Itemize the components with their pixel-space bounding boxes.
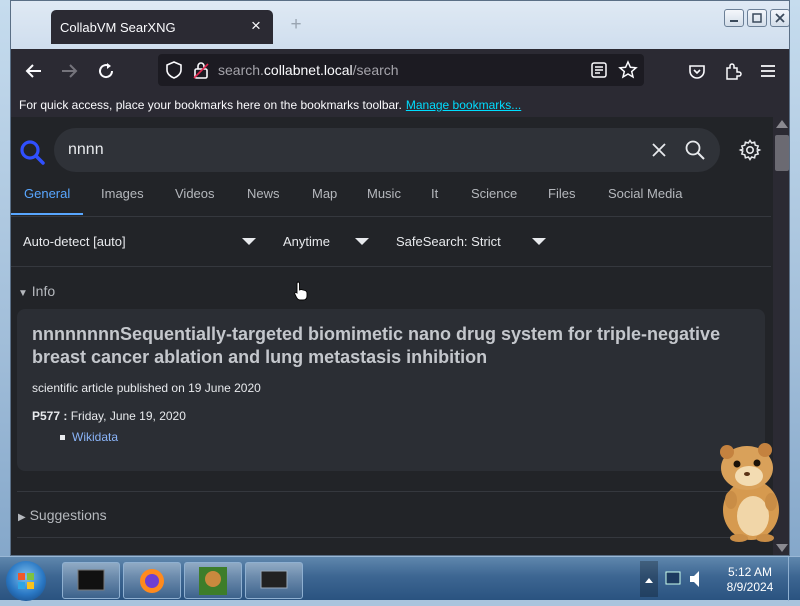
time-range-select[interactable]: Anytime <box>283 234 330 249</box>
gear-icon[interactable] <box>738 138 762 162</box>
category-tabs: General Images Videos News Map Music It … <box>11 186 771 217</box>
bookmarks-hint-text: For quick access, place your bookmarks h… <box>19 98 402 112</box>
infobox-attribute: P577 : Friday, June 19, 2020 <box>32 409 186 423</box>
tab-images[interactable]: Images <box>101 186 144 201</box>
suggestions-label: Suggestions <box>29 507 107 523</box>
taskbar-terminal-app[interactable] <box>62 562 120 599</box>
bookmark-star-icon[interactable] <box>618 60 638 80</box>
searxng-logo-icon[interactable] <box>19 139 45 165</box>
maximize-icon <box>752 13 762 23</box>
show-hidden-icons-button[interactable] <box>640 561 658 597</box>
tab-title: CollabVM SearXNG <box>60 20 176 35</box>
forward-arrow-icon[interactable] <box>57 59 81 83</box>
tab-map[interactable]: Map <box>312 186 337 201</box>
infobox-description: scientific article published on 19 June … <box>32 381 261 395</box>
url-text[interactable]: search.collabnet.local/search <box>218 62 399 78</box>
reload-icon[interactable] <box>94 59 118 83</box>
address-bar[interactable]: search.collabnet.local/search <box>158 54 644 86</box>
windows-logo-icon <box>18 573 34 589</box>
extensions-puzzle-icon[interactable] <box>721 59 745 83</box>
bullet-icon <box>60 435 65 441</box>
suggestions-toggle[interactable]: ▶ Suggestions <box>18 507 107 523</box>
language-select[interactable]: Auto-detect [auto] <box>23 234 126 249</box>
tray-network-volume-icon[interactable] <box>660 564 714 594</box>
tab-videos[interactable]: Videos <box>175 186 215 201</box>
tracking-shield-icon[interactable] <box>165 61 183 79</box>
minimize-icon <box>730 20 738 22</box>
tab-science[interactable]: Science <box>471 186 517 201</box>
divider <box>17 537 769 538</box>
attribute-key: P577 : <box>32 409 68 423</box>
tab-it[interactable]: It <box>431 186 438 201</box>
bookmarks-hint: For quick access, place your bookmarks h… <box>19 98 521 112</box>
hamburger-menu-icon[interactable] <box>756 59 780 83</box>
chevron-down-icon[interactable] <box>355 238 369 245</box>
box-app-icon <box>199 567 227 595</box>
clock-time: 5:12 AM <box>727 565 773 579</box>
scroll-thumb[interactable] <box>775 135 789 171</box>
scroll-down-arrow-icon[interactable] <box>776 544 788 552</box>
new-tab-icon[interactable]: + <box>287 15 305 34</box>
active-tab-indicator <box>11 213 83 215</box>
manage-bookmarks-link[interactable]: Manage bookmarks... <box>406 98 521 112</box>
terminal-icon <box>77 569 105 591</box>
close-icon <box>775 13 785 23</box>
firefox-icon <box>140 569 164 593</box>
tab-social-media[interactable]: Social Media <box>608 186 682 201</box>
taskbar-firefox-app[interactable] <box>123 562 181 599</box>
firefox-window: CollabVM SearXNG × + search.collabnet.lo… <box>10 0 790 556</box>
hamster-mascot-icon[interactable] <box>713 438 789 542</box>
triangle-down-icon: ▼ <box>18 288 28 299</box>
close-window-button[interactable] <box>770 9 789 27</box>
tab-close-icon[interactable]: × <box>247 17 265 35</box>
infobox-link-item: Wikidata <box>60 430 118 444</box>
search-filters: Auto-detect [auto] Anytime SafeSearch: S… <box>11 216 771 267</box>
reader-view-icon[interactable] <box>590 61 608 79</box>
page-content: nnnn General Images Videos News Map Musi… <box>11 117 789 555</box>
hand-cursor-icon <box>294 281 308 301</box>
tab-music[interactable]: Music <box>367 186 401 201</box>
tab-news[interactable]: News <box>247 186 280 201</box>
info-section-toggle[interactable]: ▼ Info <box>18 283 55 299</box>
search-input[interactable]: nnnn <box>68 141 104 159</box>
clear-search-icon[interactable] <box>650 141 668 159</box>
search-icon[interactable] <box>684 139 706 161</box>
navigation-bar: search.collabnet.local/search <box>11 49 789 93</box>
scroll-up-arrow-icon[interactable] <box>776 120 788 128</box>
insecure-lock-icon[interactable] <box>192 61 210 79</box>
taskbar-monitor-app[interactable] <box>245 562 303 599</box>
browser-tab[interactable]: CollabVM SearXNG × <box>51 10 273 44</box>
divider <box>17 491 769 492</box>
chevron-down-icon[interactable] <box>532 238 546 245</box>
tab-strip: CollabVM SearXNG × + <box>11 1 789 49</box>
maximize-button[interactable] <box>747 9 767 27</box>
bookmarks-toolbar: For quick access, place your bookmarks h… <box>11 93 789 117</box>
taskbar-box-app[interactable] <box>184 562 242 599</box>
search-box[interactable]: nnnn <box>54 128 720 172</box>
wikidata-link[interactable]: Wikidata <box>72 430 118 444</box>
infobox-title: nnnnnnnnSequentially-targeted biomimetic… <box>32 324 721 367</box>
clock-date: 8/9/2024 <box>726 580 774 594</box>
tab-files[interactable]: Files <box>548 186 575 201</box>
infobox-card: nnnnnnnnSequentially-targeted biomimetic… <box>17 309 765 471</box>
tab-general[interactable]: General <box>24 186 70 201</box>
attribute-value: Friday, June 19, 2020 <box>70 409 186 423</box>
chevron-down-icon[interactable] <box>242 238 256 245</box>
pocket-icon[interactable] <box>685 59 709 83</box>
taskbar-clock[interactable]: 5:12 AM 8/9/2024 <box>715 565 785 595</box>
show-desktop-button[interactable] <box>788 557 800 601</box>
monitor-icon <box>260 570 288 589</box>
triangle-up-icon <box>645 578 653 583</box>
back-arrow-icon[interactable] <box>22 59 46 83</box>
taskbar: 5:12 AM 8/9/2024 <box>0 556 800 601</box>
triangle-right-icon: ▶ <box>18 512 26 523</box>
safesearch-select[interactable]: SafeSearch: Strict <box>396 234 501 249</box>
info-section-label: Info <box>31 283 56 299</box>
minimize-button[interactable] <box>724 9 744 27</box>
start-button[interactable] <box>6 561 46 601</box>
